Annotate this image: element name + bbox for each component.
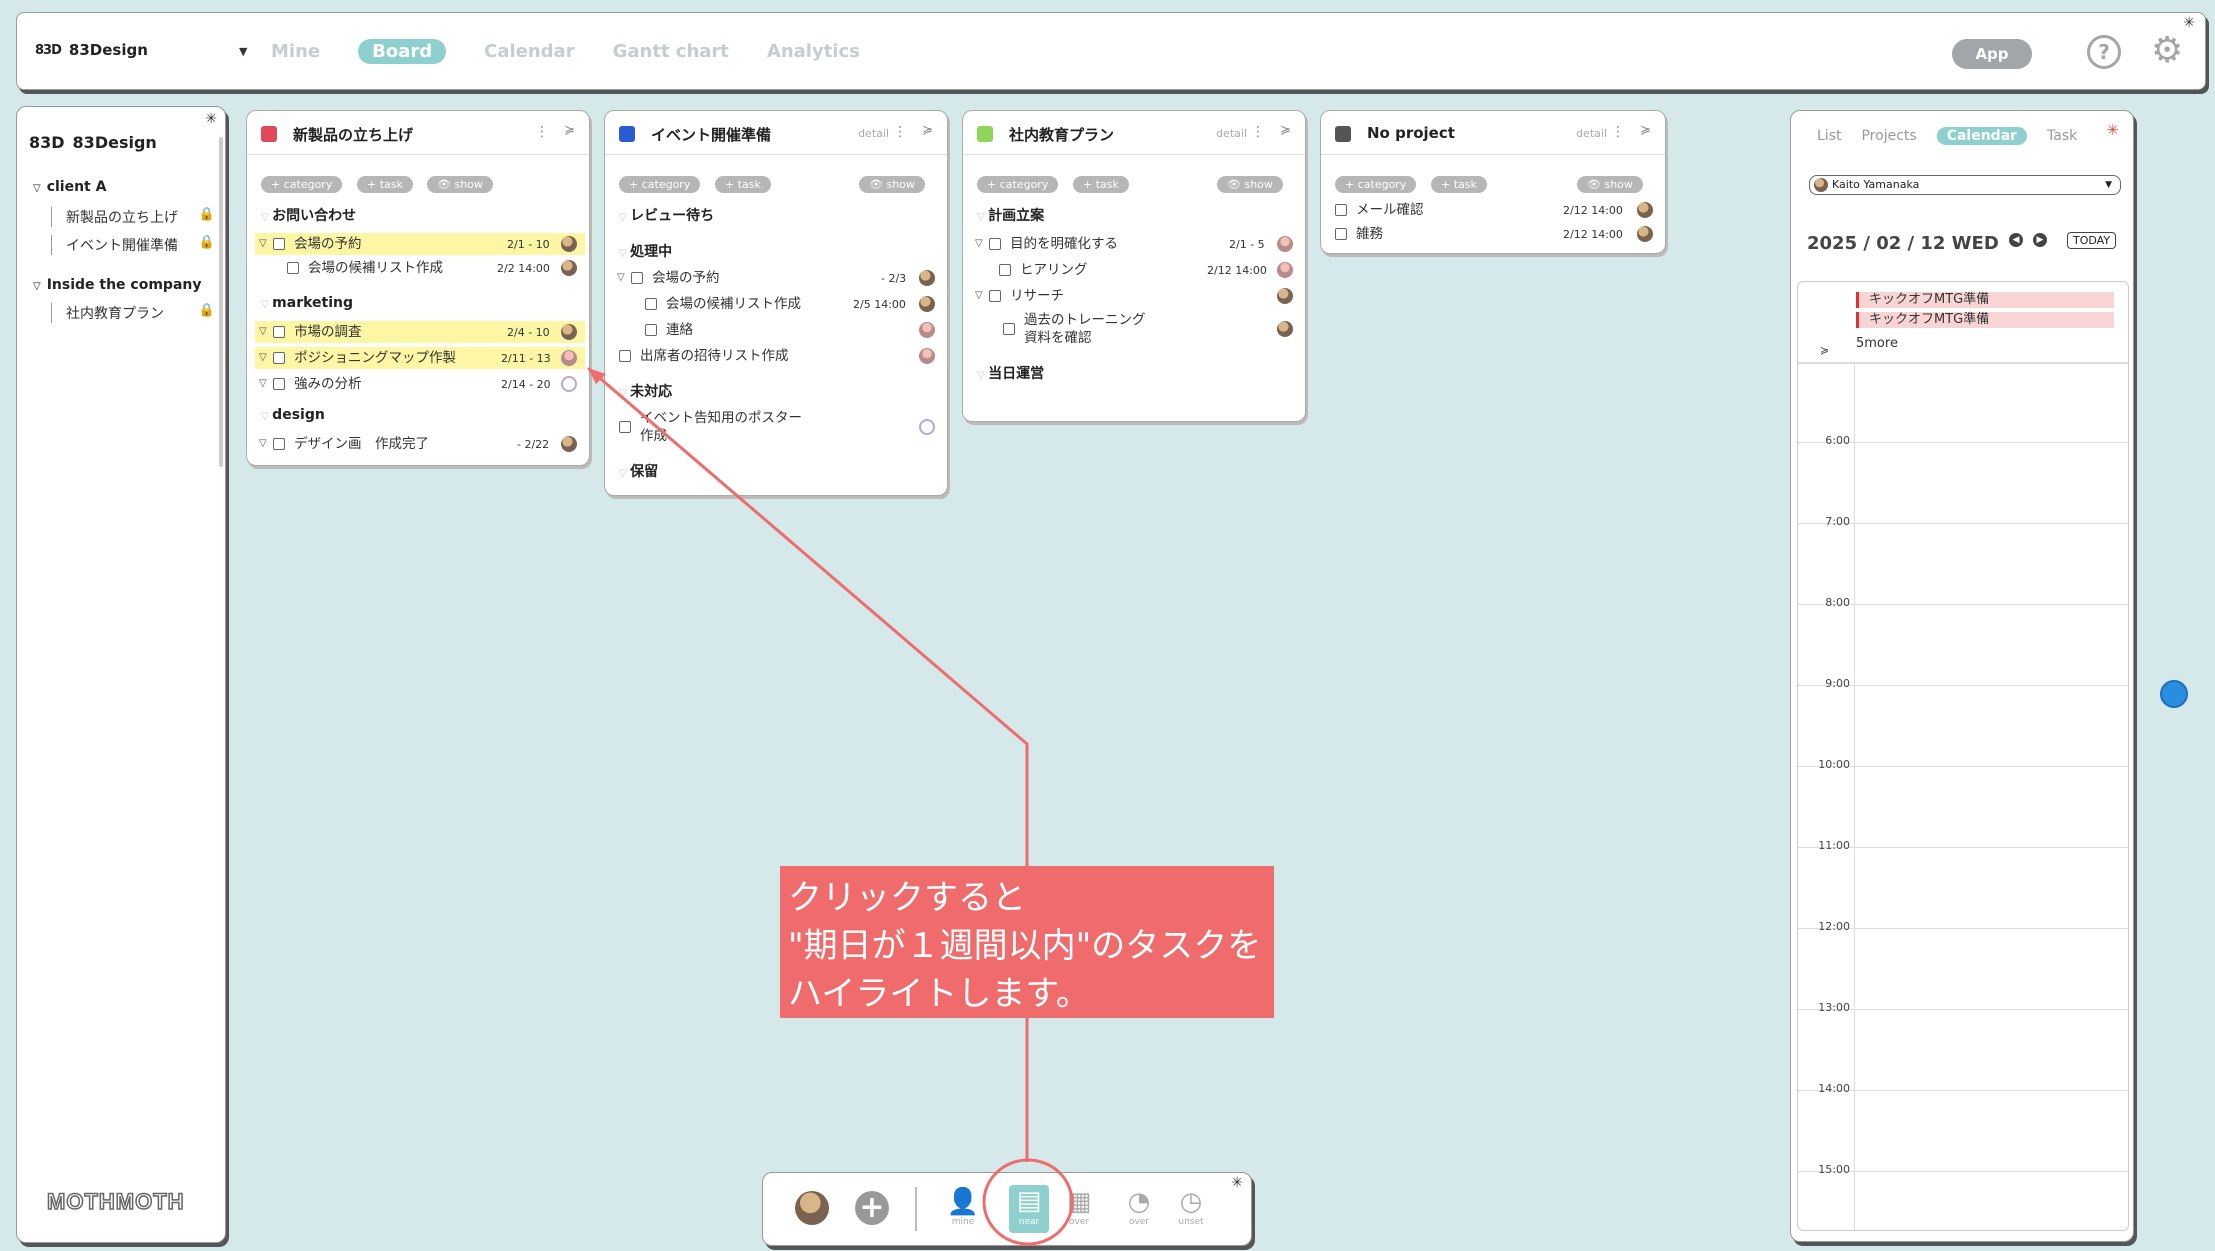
annotation-overlay: [587, 366, 1074, 1246]
callout-line: クリックすると: [788, 878, 1026, 918]
annotation-highlight-circle: [982, 1158, 1074, 1246]
annotation-callout: クリックすると "期日が１週間以内"のタスクを ハイライトします。: [780, 866, 1274, 1018]
annotation-arrow-line: [587, 366, 1029, 866]
callout-line: "期日が１週間以内"のタスクを: [788, 926, 1262, 966]
callout-line: ハイライトします。: [788, 974, 1090, 1014]
